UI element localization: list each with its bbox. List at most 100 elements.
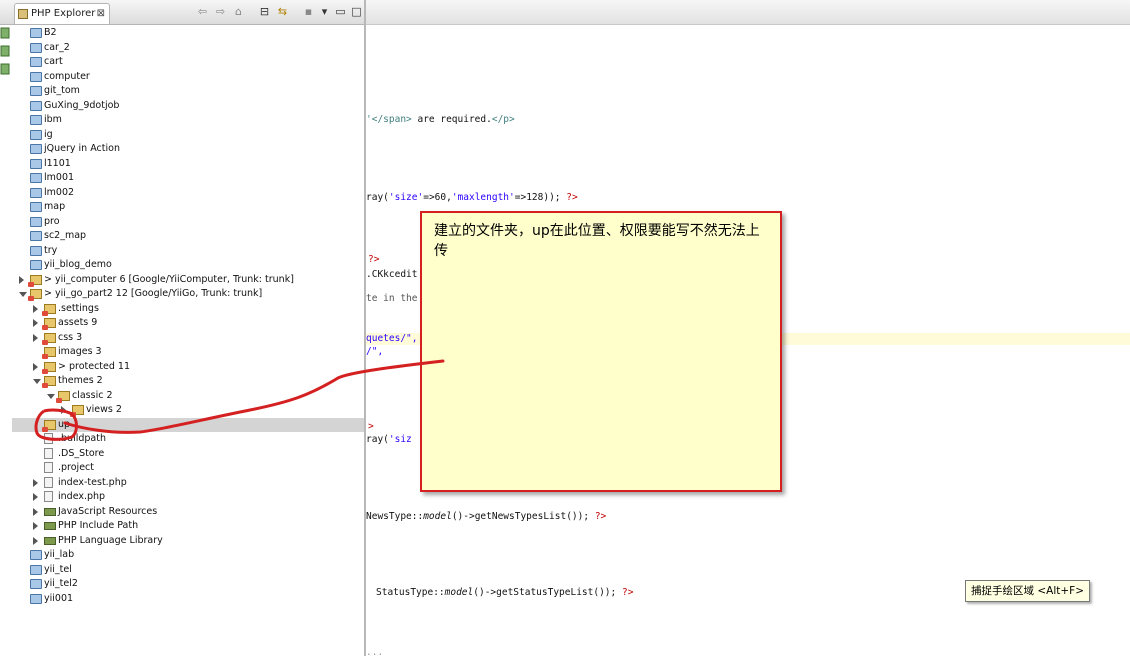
expand-arrow-right-icon[interactable] [33,493,38,501]
minimize-icon[interactable]: ▭ [334,5,347,18]
tree-item[interactable]: assets 9 [12,316,364,330]
tree-item[interactable]: JavaScript Resources [12,505,364,519]
file-icon [44,476,53,488]
tree-item[interactable]: .DS_Store [12,447,364,461]
maximize-icon[interactable]: □ [350,5,363,18]
expand-arrow-down-icon[interactable] [33,379,41,384]
tree-item-label: index-test.php [58,476,127,488]
back-arrow-icon[interactable]: ⇦ [196,5,209,18]
view-menu-icon[interactable]: ▾ [318,5,331,18]
menu-icon[interactable]: ▪ [302,5,315,18]
project-icon [28,289,42,301]
expand-arrow-right-icon[interactable] [33,304,38,313]
tree-item[interactable]: > yii_go_part2 12 [Google/YiiGo, Trunk: … [12,287,364,301]
tree-item[interactable]: yii_tel [12,563,364,577]
tree-item-label: git_tom [44,85,80,96]
code-line: ?> [368,254,380,265]
tree-item[interactable]: git_tom [12,84,364,98]
tree-item[interactable]: classic 2 [12,389,364,403]
tree-item[interactable]: B2 [12,26,364,40]
tree-item-label: l1101 [44,157,71,169]
project-icon [42,419,56,432]
link-editor-icon[interactable]: ⇆ [276,5,289,18]
tree-item[interactable]: jQuery in Action [12,142,364,156]
tree-item[interactable]: images 3 [12,345,364,359]
tree-item[interactable]: yii_blog_demo [12,258,364,272]
tree-item[interactable]: views 2 [12,403,364,417]
capture-tooltip: 捕捉手绘区域 <Alt+F> [965,580,1090,602]
tree-item[interactable]: themes 2 [12,374,364,388]
tree-item-label: index.php [58,491,106,502]
collapse-all-icon[interactable]: ⊟ [258,5,271,18]
tree-item[interactable]: map [12,200,364,214]
tree-item[interactable]: ibm [12,113,364,127]
tree-item[interactable]: GuXing_9dotjob [12,99,364,113]
tree-item[interactable]: car_2 [12,41,364,55]
tree-item[interactable]: yii_tel2 [12,577,364,591]
folder-icon [30,550,42,560]
tree-item[interactable]: lm001 [12,171,364,185]
tree-item[interactable]: PHP Include Path [12,519,364,533]
forward-arrow-icon[interactable]: ⇨ [214,5,227,18]
tree-item-label: yii_tel2 [44,578,78,589]
tree-item[interactable]: sc2_map [12,229,364,243]
tree-item-label: yii001 [44,592,74,604]
tree-item[interactable]: css 3 [12,331,364,345]
tree-item-label: computer [44,70,90,82]
expand-arrow-right-icon[interactable] [61,406,66,414]
tab-php-explorer[interactable]: PHP Explorer ⊠ [14,3,110,24]
tree-item[interactable]: ig [12,128,364,142]
expand-arrow-right-icon[interactable] [33,522,38,530]
tree-item[interactable]: yii_lab [12,548,364,562]
sticky-note[interactable]: 建立的文件夹，up在此位置、权限要能写不然无法上传 [420,211,782,492]
expand-arrow-down-icon[interactable] [19,292,27,297]
tree-item[interactable]: index.php [12,490,364,504]
tree-item[interactable]: try [12,244,364,258]
tree-item[interactable]: .buildpath [12,432,364,446]
tree-item[interactable]: PHP Language Library [12,534,364,548]
expand-arrow-right-icon[interactable] [33,319,38,327]
project-icon [42,361,56,374]
expand-arrow-right-icon[interactable] [33,362,38,371]
expand-arrow-down-icon[interactable] [47,393,55,399]
tab-title: PHP Explorer [31,8,96,19]
tree-item[interactable]: up [12,417,364,432]
side-strip-icons [0,27,10,75]
tree-item-label: themes 2 [58,375,103,386]
expand-arrow-right-icon[interactable] [19,275,24,284]
home-icon[interactable]: ⌂ [232,5,245,18]
folder-icon [30,593,42,604]
tree-item-label: yii_tel [44,563,72,575]
folder-icon [30,245,42,256]
expand-arrow-right-icon[interactable] [33,478,38,487]
tree-item[interactable]: .settings [12,302,364,316]
tree-item[interactable]: computer [12,70,364,84]
tree-item[interactable]: > yii_computer 6 [Google/YiiComputer, Tr… [12,273,364,287]
folder-icon [30,42,42,53]
tree-item-label: ig [44,128,53,140]
folder-icon [30,100,42,111]
tree-item-label: .settings [58,302,99,314]
project-icon [28,274,42,287]
close-tab-button[interactable]: ⊠ [97,4,105,24]
tree-item[interactable]: yii001 [12,592,364,606]
tree-item-label: ibm [44,114,62,125]
project-icon [42,332,56,345]
folder-icon [30,158,42,169]
project-icon [70,405,84,417]
expand-arrow-right-icon[interactable] [33,507,38,516]
folder-icon [30,115,42,125]
tree-item-label: classic 2 [72,389,113,401]
tree-item-label: up [58,418,71,430]
tree-item[interactable]: l1101 [12,157,364,171]
tree-item[interactable]: .project [12,461,364,475]
sticky-note-text: 建立的文件夹，up在此位置、权限要能写不然无法上传 [434,223,760,259]
tree-item[interactable]: cart [12,55,364,69]
expand-arrow-right-icon[interactable] [33,333,38,342]
tree-item[interactable]: lm002 [12,186,364,200]
expand-arrow-right-icon[interactable] [33,536,38,545]
tree-item[interactable]: pro [12,215,364,229]
tree-item[interactable]: > protected 11 [12,360,364,374]
code-line: ray('size'=>60,'maxlength'=>128)); ?> [366,192,578,203]
tree-item[interactable]: index-test.php [12,476,364,490]
